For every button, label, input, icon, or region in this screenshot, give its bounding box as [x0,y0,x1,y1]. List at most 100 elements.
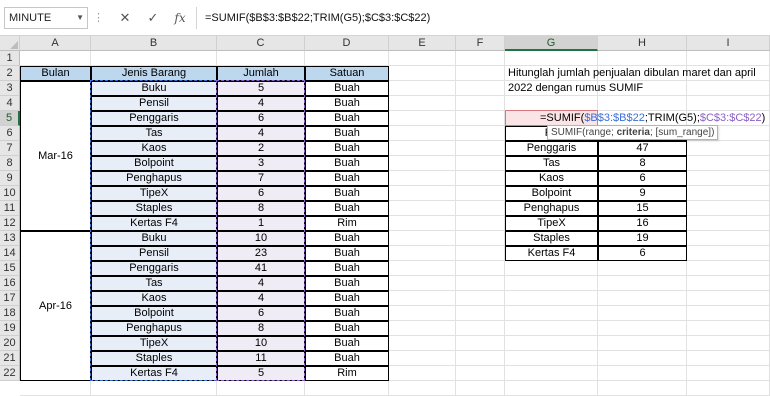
row-header-6[interactable]: 6 [0,126,20,141]
row-header-9[interactable]: 9 [0,171,20,186]
unit-cell[interactable]: Buah [305,126,389,141]
summary-item-cell[interactable]: Tas [505,156,598,171]
unit-cell[interactable]: Buah [305,291,389,306]
unit-cell[interactable]: Buah [305,81,389,96]
unit-cell[interactable]: Buah [305,276,389,291]
row-header-11[interactable]: 11 [0,201,20,216]
column-header-d[interactable]: D [305,36,389,51]
row-header-20[interactable]: 20 [0,336,20,351]
unit-cell[interactable]: Buah [305,306,389,321]
summary-item-cell[interactable]: Staples [505,231,598,246]
cell-formula-editor[interactable]: =SUMIF($B$3:$B$22;TRIM(G5);$C$3:$C$22) [540,111,765,126]
instruction-text-line1[interactable]: Hitunglah jumlah penjualan dibulan maret… [508,66,756,81]
select-all-corner[interactable] [0,36,20,51]
row-header-13[interactable]: 13 [0,231,20,246]
unit-cell[interactable]: Buah [305,201,389,216]
row-header-15[interactable]: 15 [0,261,20,276]
row-header-8[interactable]: 8 [0,156,20,171]
column-header-a[interactable]: A [20,36,91,51]
summary-item-cell[interactable]: Kertas F4 [505,246,598,261]
summary-total-cell[interactable]: 8 [598,156,687,171]
tooltip-rest-text: ; [sum_range]) [649,127,715,138]
formula-part-range: $B$3:$B$22 [584,112,645,124]
drag-handle-icon[interactable]: ⋮ [93,8,104,28]
row-header-3[interactable]: 3 [0,81,20,96]
function-tooltip[interactable]: SUMIF(range; criteria; [sum_range]) [547,125,719,140]
formula-part-sum-range: $C$3:$C$22 [699,112,762,124]
unit-cell[interactable]: Buah [305,156,389,171]
worksheet-grid[interactable]: A B C D E F G H I 1 2 3 4 5 6 7 8 9 10 11 12 13 14 15 16 17 18 19 20… [0,36,770,396]
cancel-icon[interactable]: ✕ [114,8,136,28]
column-header-b[interactable]: B [91,36,217,51]
column-header-g[interactable]: G [505,36,598,51]
header-jenis-barang[interactable]: Jenis Barang [91,66,217,81]
summary-total-cell[interactable]: 19 [598,231,687,246]
summary-total-cell[interactable]: 6 [598,246,687,261]
unit-cell[interactable]: Buah [305,246,389,261]
formula-input[interactable]: =SUMIF($B$3:$B$22;TRIM(G5);$C$3:$C$22) [196,7,766,29]
summary-total-cell[interactable]: 47 [598,141,687,156]
name-box[interactable]: MINUTE ▼ [4,7,88,29]
unit-cell[interactable]: Buah [305,111,389,126]
column-header-c[interactable]: C [217,36,305,51]
row-header-1[interactable]: 1 [0,51,20,66]
unit-cell[interactable]: Buah [305,261,389,276]
tooltip-current-arg: criteria [616,127,650,138]
unit-cell[interactable]: Buah [305,231,389,246]
formula-part-close: ) [761,112,766,124]
enter-icon[interactable]: ✓ [142,8,164,28]
name-box-value: MINUTE [9,12,52,24]
summary-total-cell[interactable]: 9 [598,186,687,201]
summary-total-cell[interactable]: 15 [598,201,687,216]
column-header-f[interactable]: F [456,36,505,51]
header-bulan[interactable]: Bulan [20,66,91,81]
formula-bar: MINUTE ▼ ⋮ ✕ ✓ fx =SUMIF($B$3:$B$22;TRIM… [0,0,770,36]
row-header-21[interactable]: 21 [0,351,20,366]
row-header-16[interactable]: 16 [0,276,20,291]
row-header-17[interactable]: 17 [0,291,20,306]
column-header-h[interactable]: H [598,36,687,51]
summary-item-cell[interactable]: Penghapus [505,201,598,216]
unit-cell[interactable]: Buah [305,186,389,201]
row-header-5[interactable]: 5 [0,111,20,126]
range-highlight-c [216,80,305,381]
row-header-14[interactable]: 14 [0,246,20,261]
row-header-7[interactable]: 7 [0,141,20,156]
tooltip-func-text: SUMIF(range; [551,127,617,138]
unit-cell[interactable]: Rim [305,216,389,231]
summary-item-cell[interactable]: TipeX [505,216,598,231]
unit-cell[interactable]: Buah [305,351,389,366]
header-satuan[interactable]: Satuan [305,66,389,81]
unit-cell[interactable]: Buah [305,141,389,156]
row-header-10[interactable]: 10 [0,186,20,201]
range-highlight-b [90,80,217,381]
row-header-4[interactable]: 4 [0,96,20,111]
select-all-triangle-icon [10,41,18,49]
summary-item-cell[interactable]: Kaos [505,171,598,186]
summary-item-cell[interactable]: Penggaris [505,141,598,156]
column-header-i[interactable]: I [687,36,770,51]
unit-cell[interactable]: Rim [305,366,389,381]
gridline-vertical [455,51,456,396]
month-cell-apr[interactable]: Apr-16 [20,231,91,381]
summary-total-cell[interactable]: 16 [598,216,687,231]
formula-part-criteria: ;TRIM(G5); [644,112,700,124]
row-header-12[interactable]: 12 [0,216,20,231]
row-header-18[interactable]: 18 [0,306,20,321]
unit-cell[interactable]: Buah [305,96,389,111]
column-header-e[interactable]: E [389,36,456,51]
row-header-2[interactable]: 2 [0,66,20,81]
insert-function-icon[interactable]: fx [169,8,191,28]
formula-part-func: =SUMIF( [540,112,585,124]
unit-cell[interactable]: Buah [305,171,389,186]
summary-total-cell[interactable]: 6 [598,171,687,186]
header-jumlah[interactable]: Jumlah [217,66,305,81]
chevron-down-icon[interactable]: ▼ [76,8,84,28]
month-cell-mar[interactable]: Mar-16 [20,81,91,231]
row-header-22[interactable]: 22 [0,366,20,381]
row-header-19[interactable]: 19 [0,321,20,336]
unit-cell[interactable]: Buah [305,336,389,351]
unit-cell[interactable]: Buah [305,321,389,336]
summary-item-cell[interactable]: Bolpoint [505,186,598,201]
instruction-text-line2[interactable]: 2022 dengan rumus SUMIF [508,81,643,96]
